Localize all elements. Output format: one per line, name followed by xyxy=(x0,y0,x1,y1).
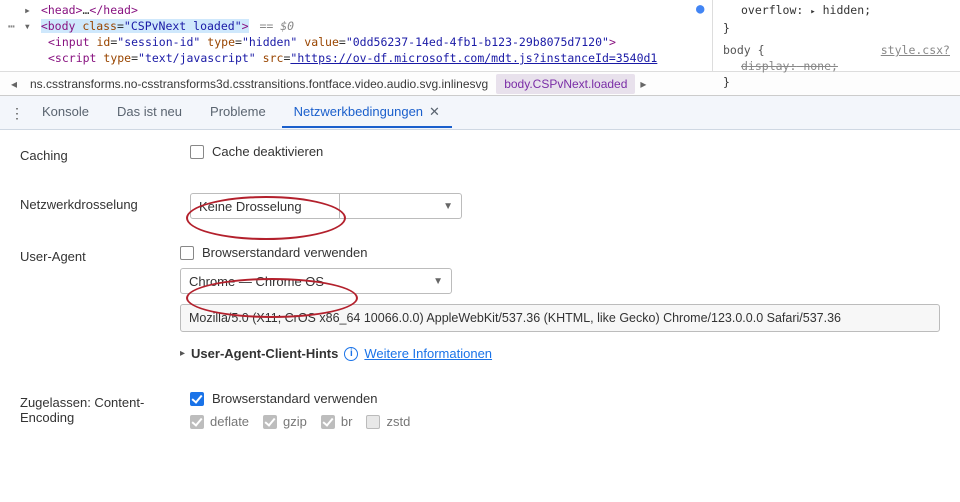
breadcrumb-body[interactable]: body.CSPvNext.loaded xyxy=(496,74,635,94)
top-pane: ▸ <head>…</head> ⋯ ▾ <body class="CSPvNe… xyxy=(0,0,960,72)
head-close: </head> xyxy=(89,3,137,17)
encoding-default-checkbox[interactable] xyxy=(190,392,204,406)
user-agent-select[interactable]: Chrome — Chrome OS ▼ xyxy=(180,268,452,294)
collapse-icon[interactable]: ▾ xyxy=(24,18,34,34)
encoding-default-label: Browserstandard verwenden xyxy=(212,391,377,406)
breadcrumb-next-icon[interactable]: ▸ xyxy=(635,76,651,92)
head-open: <head> xyxy=(41,3,83,17)
gzip-checkbox xyxy=(263,415,277,429)
chevron-down-icon: ▼ xyxy=(443,201,453,212)
ua-default-label: Browserstandard verwenden xyxy=(202,245,367,260)
content-encoding-label: Zugelassen: Content-Encoding xyxy=(20,391,190,425)
dom-tree[interactable]: ▸ <head>…</head> ⋯ ▾ <body class="CSPvNe… xyxy=(0,0,712,71)
styles-pane[interactable]: overflow: ▸ hidden; } body {style.csx? d… xyxy=(712,0,960,71)
throttling-label: Netzwerkdrosselung xyxy=(20,193,190,212)
event-listener-icon[interactable]: ● xyxy=(696,1,704,17)
throttling-select-group: Keine Drosselung ▼ xyxy=(190,193,940,219)
overridden-property[interactable]: display: none; xyxy=(741,59,838,73)
expand-icon[interactable]: ▸ xyxy=(180,348,185,359)
user-agent-label: User-Agent xyxy=(20,245,180,264)
throttling-select[interactable]: Keine Drosselung xyxy=(190,193,340,219)
chevron-down-icon: ▼ xyxy=(433,276,443,287)
tab-probleme[interactable]: Probleme xyxy=(198,98,278,127)
deflate-checkbox xyxy=(190,415,204,429)
disable-cache-label: Cache deaktivieren xyxy=(212,144,323,159)
ua-default-checkbox[interactable] xyxy=(180,246,194,260)
more-tabs-icon[interactable]: ⋮ xyxy=(8,108,26,118)
caching-label: Caching xyxy=(20,144,190,163)
user-agent-string-input[interactable]: Mozilla/5.0 (X11; CrOS x86_64 10066.0.0)… xyxy=(180,304,940,332)
expand-icon[interactable]: ▸ xyxy=(810,7,815,17)
disable-cache-checkbox[interactable] xyxy=(190,145,204,159)
close-tab-icon[interactable]: ✕ xyxy=(429,104,440,119)
client-hints-learn-more-link[interactable]: Weitere Informationen xyxy=(364,346,492,361)
br-checkbox xyxy=(321,415,335,429)
selection-marker-icon: ⋯ xyxy=(8,19,17,33)
body-element[interactable]: <body class="CSPvNext loaded"> xyxy=(41,19,249,33)
stylesheet-link[interactable]: style.csx? xyxy=(881,42,950,58)
throttling-preset-select[interactable]: ▼ xyxy=(340,193,462,219)
tab-das-ist-neu[interactable]: Das ist neu xyxy=(105,98,194,127)
body-selector[interactable]: body { xyxy=(723,43,765,57)
tab-konsole[interactable]: Konsole xyxy=(30,98,101,127)
expand-icon[interactable]: ▸ xyxy=(24,2,34,18)
client-hints-label[interactable]: User-Agent-Client-Hints xyxy=(191,346,338,361)
breadcrumb-prev-icon[interactable]: ◂ xyxy=(6,76,22,92)
drawer-tabs: ⋮ Konsole Das ist neu Probleme Netzwerkb… xyxy=(0,96,960,130)
console-ref: == $0 xyxy=(249,19,295,33)
info-icon[interactable]: i xyxy=(344,347,358,361)
network-conditions-panel: Caching Cache deaktivieren Netzwerkdross… xyxy=(0,130,960,429)
breadcrumb-html[interactable]: ns.csstransforms.no-csstransforms3d.csst… xyxy=(22,74,496,94)
tab-netzwerkbedingungen[interactable]: Netzwerkbedingungen✕ xyxy=(282,98,452,128)
zstd-checkbox xyxy=(366,415,380,429)
